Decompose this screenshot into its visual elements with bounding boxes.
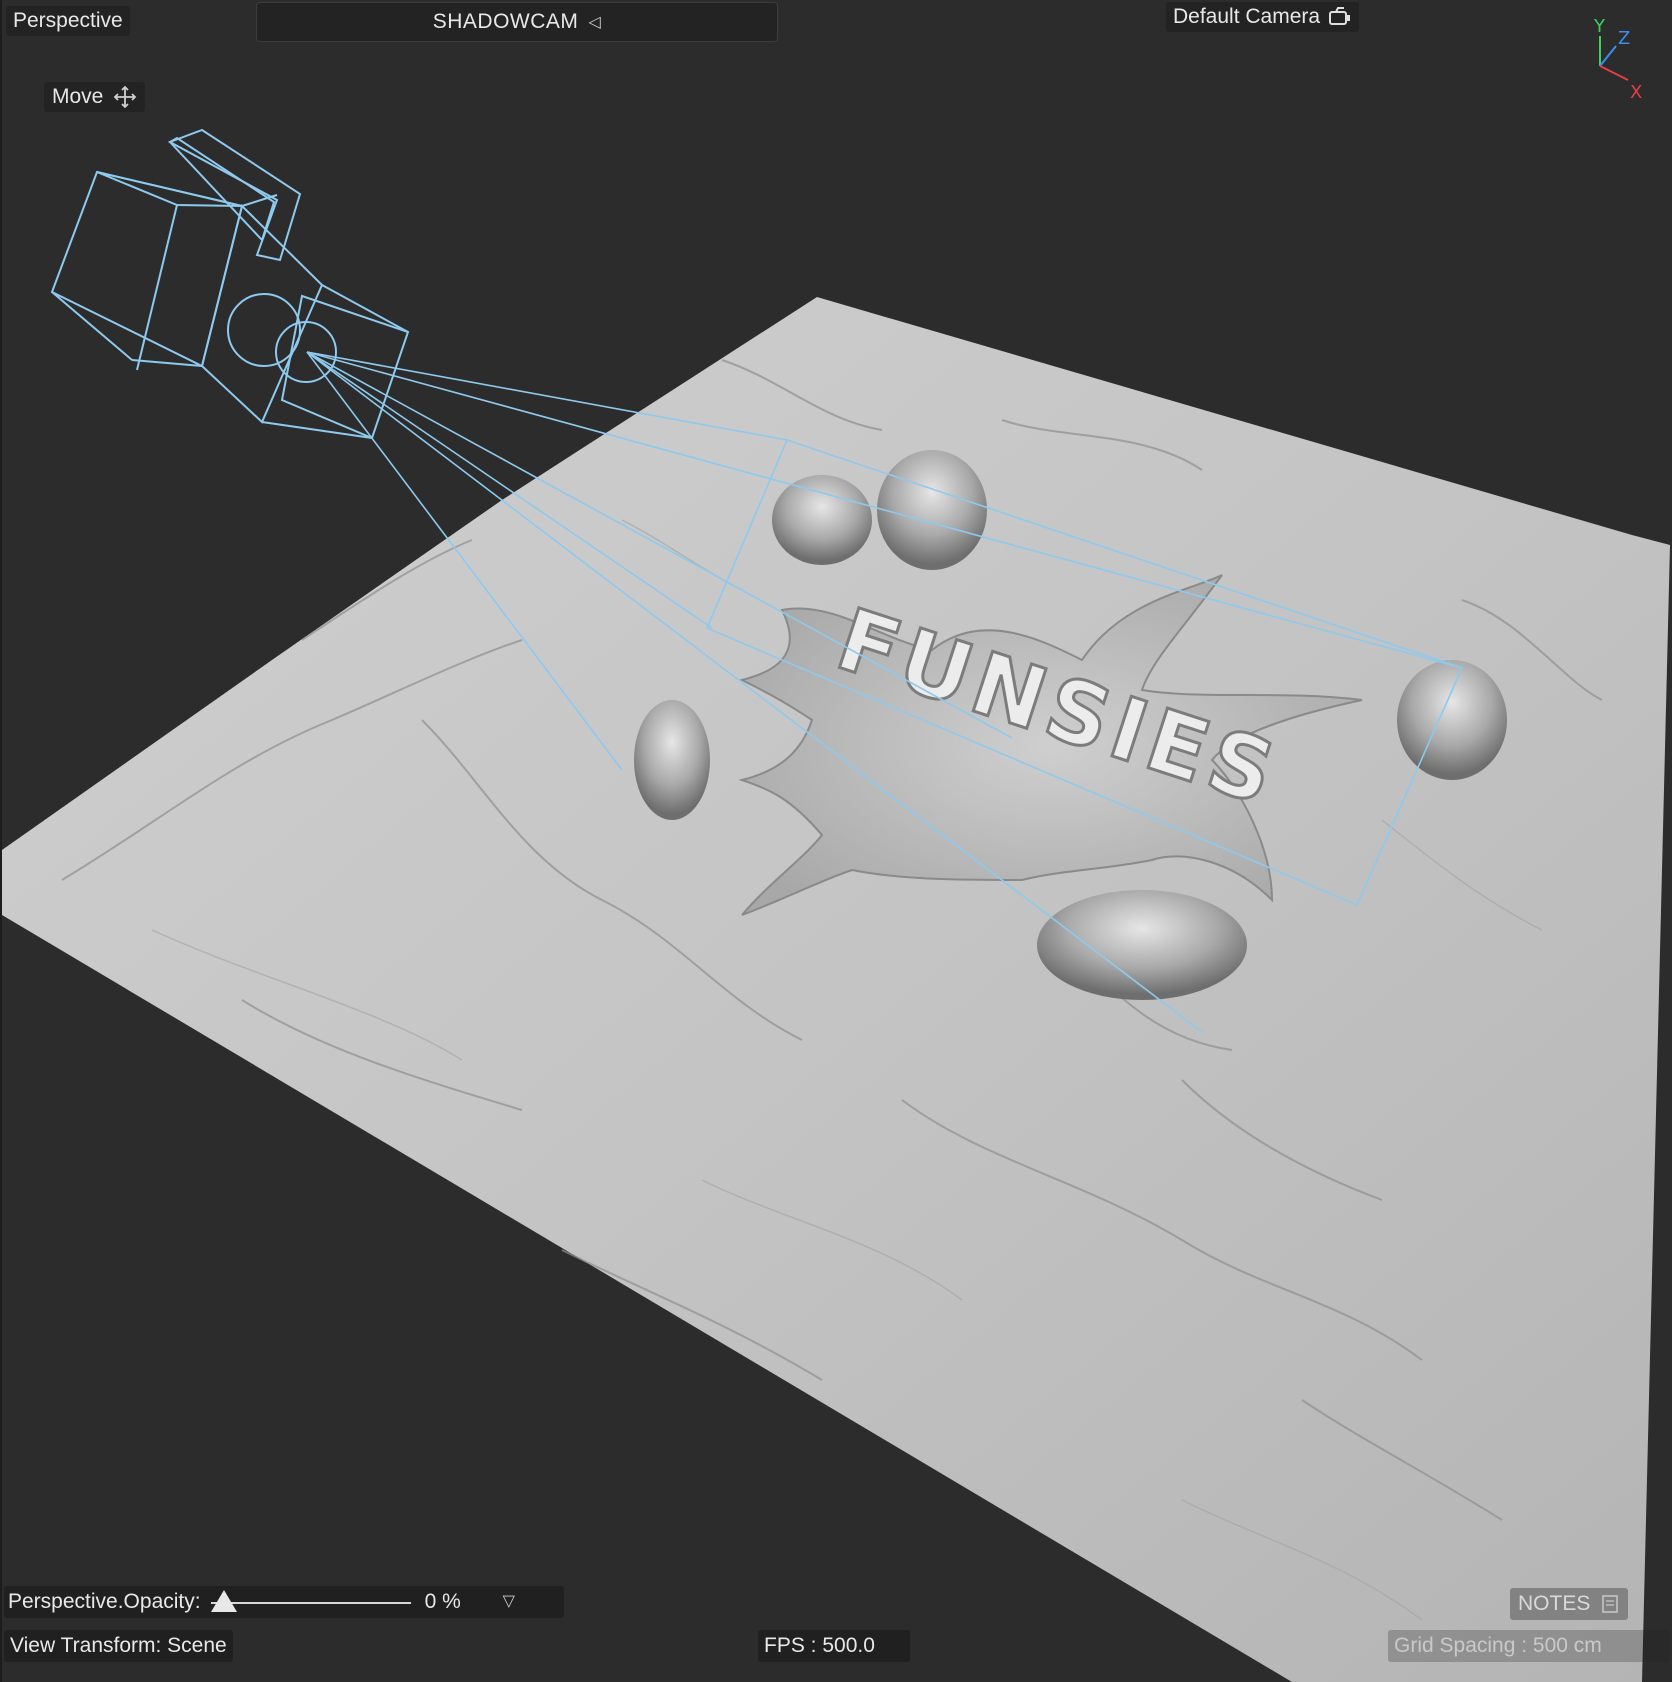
notes-button[interactable]: NOTES — [1510, 1588, 1629, 1620]
axis-z-label: Z — [1618, 28, 1630, 49]
opacity-value[interactable]: 0 % — [425, 1586, 495, 1618]
axis-gizmo[interactable]: Y Z X — [1582, 14, 1662, 104]
fps-readout: FPS : 500.0 — [758, 1630, 910, 1662]
view-mode-label[interactable]: Perspective — [6, 6, 130, 36]
grid-spacing-readout: Grid Spacing : 500 cm — [1388, 1630, 1670, 1662]
notes-icon — [1602, 1595, 1619, 1613]
viewport-scene[interactable]: FUNSIES — [2, 0, 1672, 1682]
axis-y-label: Y — [1593, 16, 1606, 37]
collapse-triangle-icon[interactable]: ◁ — [588, 12, 601, 32]
move-icon — [114, 85, 137, 109]
camera-name-bar[interactable]: SHADOWCAM ◁ — [256, 2, 778, 42]
shadowcam-wireframe[interactable] — [50, 128, 410, 440]
opacity-control[interactable]: Perspective.Opacity: 0 % ▽ — [4, 1586, 564, 1618]
camera-name: SHADOWCAM — [432, 10, 579, 33]
notes-label: NOTES — [1518, 1592, 1591, 1615]
camera-selector-label: Default Camera — [1173, 5, 1321, 28]
opacity-slider-thumb[interactable] — [210, 1590, 237, 1612]
camera-switch-icon[interactable] — [1328, 6, 1352, 28]
opacity-slider[interactable] — [210, 1586, 411, 1618]
opacity-label: Perspective.Opacity: — [8, 1590, 201, 1613]
camera-selector[interactable]: Default Camera — [1166, 2, 1360, 32]
move-tool[interactable]: Move — [44, 82, 146, 112]
opacity-slider-line — [210, 1602, 411, 1604]
axis-x-label: X — [1630, 82, 1642, 103]
3d-viewport[interactable]: FUNSIES Perspective SHADOWCAM ◁ Default … — [0, 0, 1672, 1682]
dropdown-arrow-icon[interactable]: ▽ — [503, 1586, 515, 1618]
view-transform-label[interactable]: View Transform: Scene — [4, 1630, 233, 1662]
move-tool-label: Move — [52, 85, 104, 108]
